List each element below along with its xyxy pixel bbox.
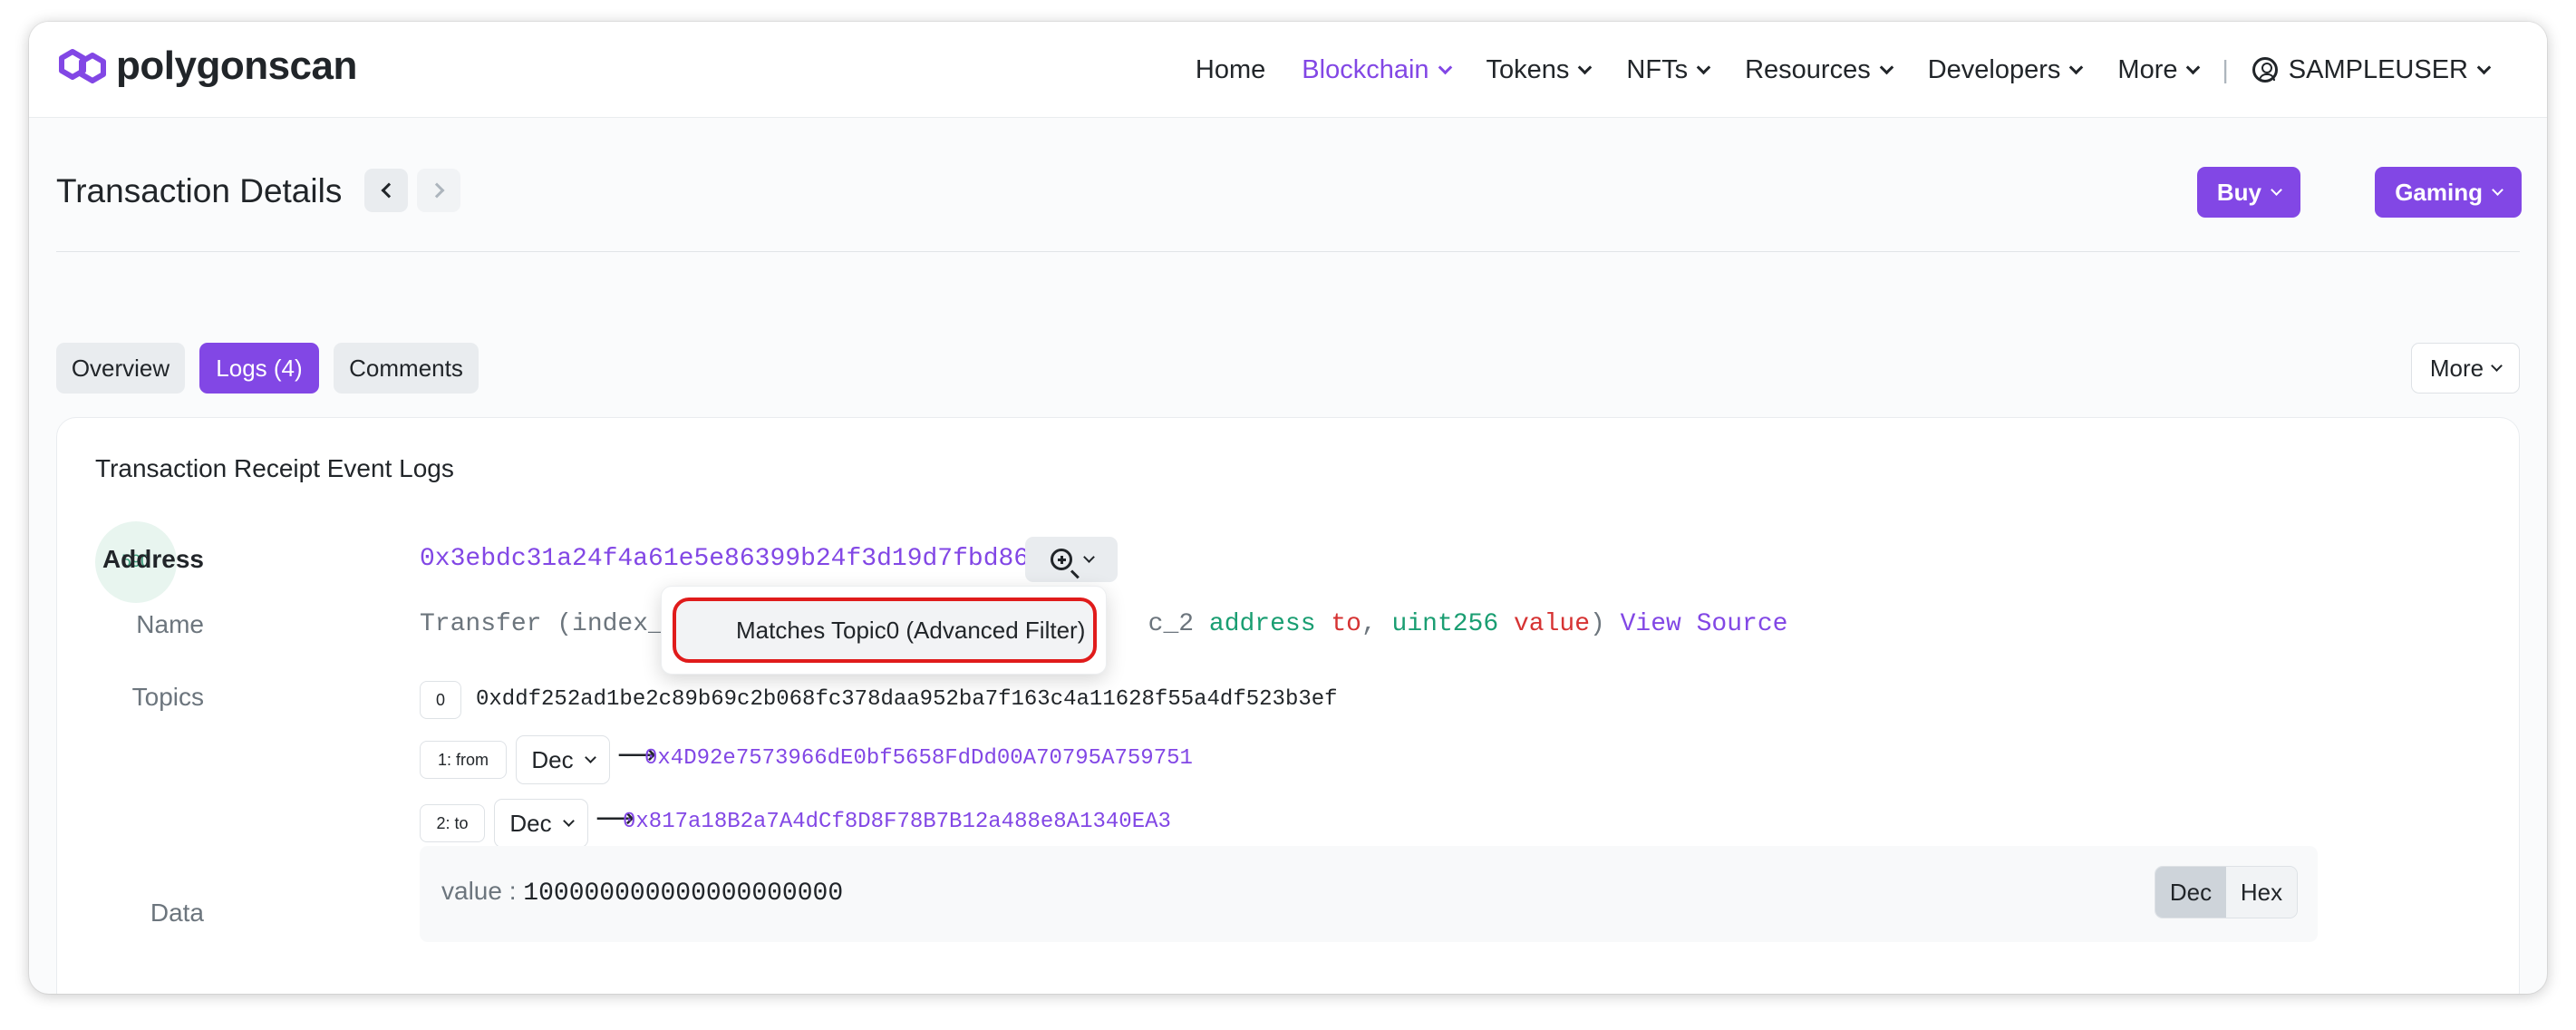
nav-resources[interactable]: Resources	[1727, 55, 1910, 85]
topic-0-badge: 0	[420, 681, 461, 719]
tab-overview-label: Overview	[71, 354, 170, 382]
topic-0-value: 0xddf252ad1be2c89b69c2b068fc378daa952ba7…	[476, 687, 1338, 712]
event-logs-title: Transaction Receipt Event Logs	[95, 454, 454, 482]
event-logs-card: Transaction Receipt Event Logs 590 Addre…	[56, 417, 2520, 994]
tab-logs-label: Logs (4)	[216, 354, 303, 382]
topic-2-format-value: Dec	[509, 809, 552, 837]
brand-name: polygonscan	[116, 44, 357, 88]
user-circle-icon	[2252, 57, 2278, 83]
nav-tokens[interactable]: Tokens	[1468, 55, 1609, 85]
matches-topic0-option[interactable]: Matches Topic0 (Advanced Filter)	[673, 598, 1097, 663]
data-format-toggle: Dec Hex	[2155, 866, 2298, 918]
nav-more[interactable]: More	[2099, 55, 2216, 85]
name-label: Name	[136, 610, 204, 638]
param-type-uint256: uint256	[1391, 610, 1499, 638]
chevron-down-icon	[2186, 60, 2201, 74]
event-name-start: Transfer (index_t	[420, 610, 679, 638]
nav-resources-label: Resources	[1745, 54, 1871, 84]
matches-topic0-label: Matches Topic0 (Advanced Filter)	[736, 616, 1086, 644]
more-options-label: More	[2429, 354, 2484, 382]
data-value: 100000000000000000000	[523, 879, 844, 908]
topic-2-format-select[interactable]: Dec	[494, 799, 588, 848]
nav-home-label: Home	[1195, 54, 1266, 84]
data-value-line: value : 100000000000000000000	[441, 877, 843, 908]
chevron-down-icon	[584, 751, 596, 763]
chevron-left-icon	[381, 182, 396, 199]
chevron-down-icon	[1879, 60, 1893, 74]
polygon-logo-icon	[59, 49, 106, 83]
chevron-down-icon	[2271, 183, 2282, 196]
address-filter-dropdown: Matches Topic0 (Advanced Filter)	[661, 586, 1107, 675]
nav-nfts[interactable]: NFTs	[1608, 55, 1727, 85]
tab-comments-label: Comments	[349, 354, 463, 382]
logo[interactable]: polygonscan	[56, 44, 357, 89]
browser-window: polygonscan Home Blockchain Tokens NFTs …	[29, 22, 2547, 994]
param-type-address: address	[1208, 610, 1316, 638]
nav-user-menu[interactable]: SAMPLEUSER	[2234, 55, 2507, 85]
nav-blockchain[interactable]: Blockchain	[1283, 55, 1467, 85]
chevron-down-icon	[2476, 60, 2492, 74]
tab-comments[interactable]: Comments	[334, 343, 479, 394]
data-label: Data	[150, 899, 204, 927]
nav-home[interactable]: Home	[1177, 55, 1283, 85]
topic-1-format-select[interactable]: Dec	[516, 735, 610, 784]
nav-nfts-label: NFTs	[1626, 54, 1689, 84]
gaming-button[interactable]: Gaming	[2375, 167, 2522, 218]
view-source-link[interactable]: View Source	[1621, 610, 1788, 638]
contract-address-link[interactable]: 0x3ebdc31a24f4a61e5e86399b24f3d19d7fbd86…	[420, 545, 1060, 573]
param-name-value: value	[1513, 610, 1590, 638]
topics-label: Topics	[131, 683, 204, 711]
top-navbar: polygonscan Home Blockchain Tokens NFTs …	[29, 22, 2547, 118]
param-name-to: to	[1331, 610, 1361, 638]
next-transaction-button[interactable]	[417, 169, 460, 212]
chevron-down-icon	[2491, 359, 2503, 372]
buy-button[interactable]: Buy	[2196, 167, 2300, 218]
address-filter-button[interactable]	[1025, 537, 1118, 582]
address-label: Address	[102, 545, 204, 573]
chevron-down-icon	[1578, 60, 1593, 74]
tab-overview[interactable]: Overview	[56, 343, 185, 394]
dec-toggle-button[interactable]: Dec	[2155, 867, 2226, 918]
chevron-right-icon	[429, 182, 444, 199]
gaming-button-label: Gaming	[2395, 178, 2483, 206]
data-key: value :	[441, 877, 517, 905]
nav-blockchain-label: Blockchain	[1302, 54, 1429, 84]
header-divider	[56, 251, 2520, 252]
nav-developers-label: Developers	[1927, 54, 2061, 84]
nav-developers[interactable]: Developers	[1910, 55, 2100, 85]
more-options-button[interactable]: More	[2411, 343, 2520, 394]
previous-transaction-button[interactable]	[364, 169, 408, 212]
chevron-down-icon	[562, 814, 575, 827]
zoom-in-icon	[1050, 549, 1072, 570]
hex-toggle-button[interactable]: Hex	[2226, 867, 2297, 918]
chevron-down-icon	[2069, 60, 2084, 74]
chevron-down-icon	[1696, 60, 1711, 74]
nav-separator: |	[2222, 55, 2229, 83]
topic-2-badge: 2: to	[420, 804, 485, 842]
chevron-down-icon	[1438, 60, 1452, 74]
topic-1-address-link[interactable]: 0x4D92e7573966dE0bf5658FdDd00A70795A7597…	[644, 746, 1193, 771]
chevron-down-icon	[2492, 183, 2503, 196]
main-nav: Home Blockchain Tokens NFTs Resources De…	[1177, 22, 2507, 118]
chevron-down-icon	[1082, 550, 1095, 563]
nav-tokens-label: Tokens	[1486, 54, 1570, 84]
tab-logs[interactable]: Logs (4)	[199, 343, 319, 394]
buy-button-label: Buy	[2216, 178, 2261, 206]
topic-2-address-link[interactable]: 0x817a18B2a7A4dCf8D8F78B7B12a488e8A1340E…	[623, 810, 1171, 834]
topic-1-badge: 1: from	[420, 741, 507, 779]
topic-1-format-value: Dec	[531, 745, 574, 773]
data-box: value : 100000000000000000000 Dec Hex	[420, 846, 2318, 942]
page-title: Transaction Details	[56, 172, 343, 209]
username: SAMPLEUSER	[2288, 54, 2468, 84]
nav-more-label: More	[2117, 54, 2178, 84]
event-param-index: c_2	[1148, 610, 1195, 638]
